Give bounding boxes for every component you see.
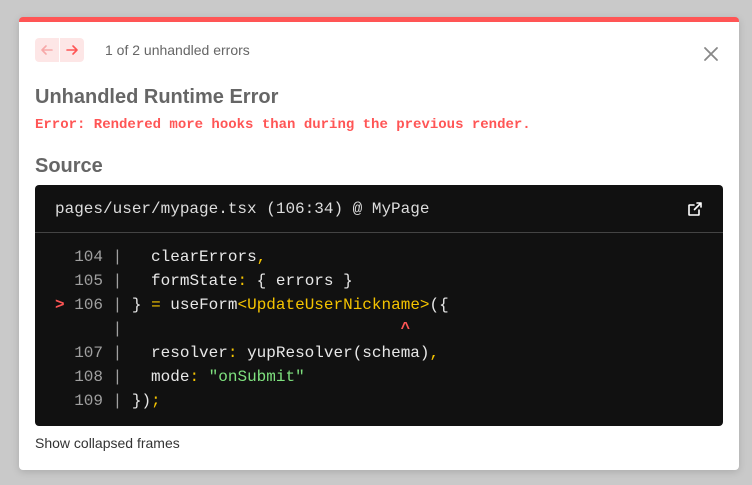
code-line-highlighted: > 106 | } = useForm<UpdateUserNickname>(… bbox=[55, 296, 449, 314]
arrow-left-icon bbox=[41, 45, 53, 55]
error-pagination bbox=[35, 38, 84, 62]
close-button[interactable] bbox=[701, 44, 721, 64]
code-frame: pages/user/mypage.tsx (106:34) @ MyPage … bbox=[35, 185, 723, 426]
line-number: 104 bbox=[74, 248, 104, 266]
error-counter: 1 of 2 unhandled errors bbox=[105, 42, 250, 58]
error-message: Error: Rendered more hooks than during t… bbox=[35, 117, 531, 133]
open-in-editor-button[interactable] bbox=[687, 201, 703, 217]
code-line: 107 | resolver: yupResolver(schema), bbox=[74, 344, 440, 362]
source-file-location: pages/user/mypage.tsx (106:34) @ MyPage bbox=[55, 199, 430, 218]
error-title: Unhandled Runtime Error bbox=[35, 86, 279, 108]
line-number: 108 bbox=[74, 368, 104, 386]
source-file-bar: pages/user/mypage.tsx (106:34) @ MyPage bbox=[35, 185, 723, 233]
code-line-caret: | ^ bbox=[112, 320, 411, 338]
code-line: 109 | }); bbox=[74, 392, 161, 410]
next-error-button[interactable] bbox=[60, 38, 84, 62]
line-number: 106 bbox=[74, 296, 104, 314]
source-heading: Source bbox=[35, 155, 103, 177]
close-icon bbox=[704, 47, 718, 61]
line-number: 109 bbox=[74, 392, 104, 410]
external-link-icon bbox=[688, 202, 702, 216]
error-caret: ^ bbox=[400, 320, 411, 338]
line-number: 105 bbox=[74, 272, 104, 290]
code-line: 104 | clearErrors, bbox=[74, 248, 267, 266]
arrow-right-icon bbox=[66, 45, 78, 55]
dialog-header: 1 of 2 unhandled errors bbox=[35, 38, 250, 62]
show-collapsed-frames-button[interactable]: Show collapsed frames bbox=[35, 435, 180, 451]
code-line: 108 | mode: "onSubmit" bbox=[74, 368, 305, 386]
error-line-marker: > bbox=[55, 296, 65, 314]
line-number: 107 bbox=[74, 344, 104, 362]
code-line: 105 | formState: { errors } bbox=[74, 272, 353, 290]
code-lines: 104 | clearErrors, 105 | formState: { er… bbox=[35, 233, 723, 413]
error-overlay-dialog: 1 of 2 unhandled errors Unhandled Runtim… bbox=[19, 17, 739, 470]
previous-error-button[interactable] bbox=[35, 38, 59, 62]
